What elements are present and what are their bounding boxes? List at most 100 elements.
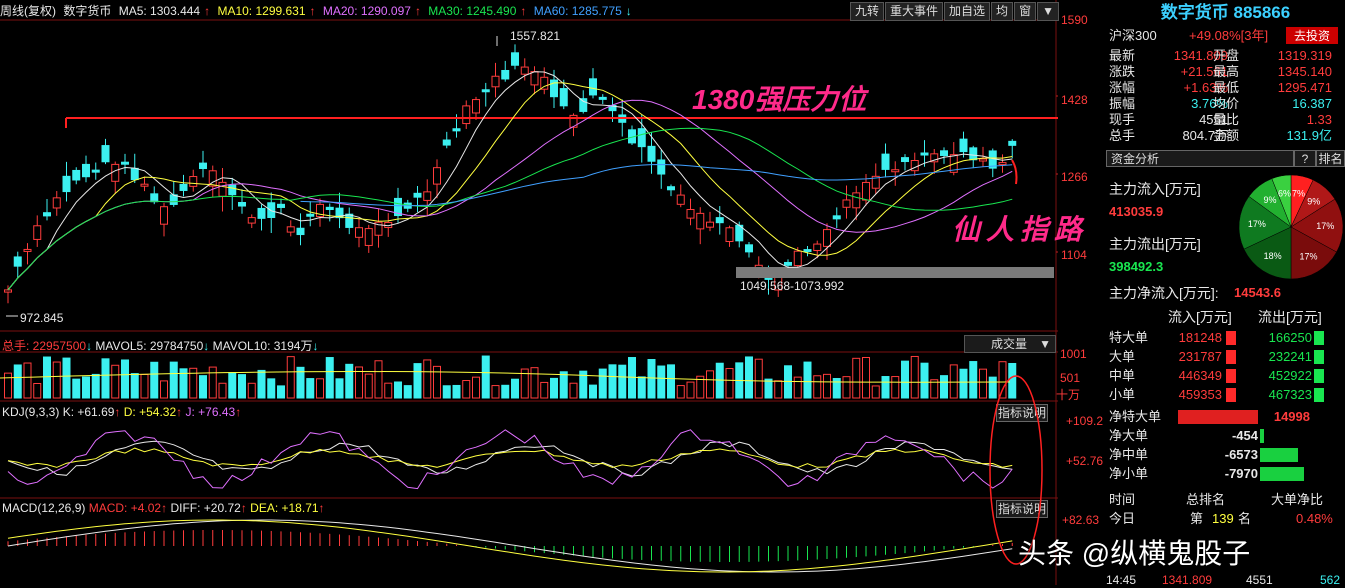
quote-cell: 131.9亿 (1286, 128, 1332, 143)
flow-cell: 467323 (1268, 387, 1312, 402)
inflow-label: 主力流入[万元] (1109, 181, 1201, 197)
volume-bar (121, 359, 129, 399)
volume-bar (364, 373, 373, 399)
quote-cell: 均价 (1213, 96, 1240, 111)
volume-bar (969, 361, 978, 399)
volume-bar (793, 376, 802, 399)
candle-body (286, 226, 295, 233)
volume-bar (618, 364, 627, 399)
average-button[interactable]: 均 (991, 2, 1014, 21)
ma20-line (7, 99, 1013, 291)
candle-body (745, 244, 753, 253)
kdj-tick: +52.76 (1066, 454, 1104, 468)
volume-bar (472, 376, 480, 399)
candle-body (150, 193, 159, 203)
rank-ratio-header: 大单净比 (1271, 492, 1324, 507)
pie-label: 9% (1307, 196, 1320, 206)
candle-body (901, 157, 909, 163)
net-value: -6573 (1224, 447, 1258, 462)
rank-time-header: 时间 (1109, 492, 1136, 507)
volume-bar (901, 360, 909, 399)
volume-bar (101, 358, 110, 399)
candle-body (589, 78, 597, 96)
kdj-lines (7, 429, 1013, 490)
candle-body (530, 71, 539, 86)
mavol10: MAVOL10: 3194万 (212, 339, 313, 353)
window-button[interactable]: 窗 (1014, 2, 1037, 21)
net-label: 净中单 (1109, 447, 1149, 462)
menu-dropdown-button[interactable]: ▼ (1037, 2, 1059, 21)
candle-body (969, 147, 978, 161)
quote-cell: 涨跌 (1109, 64, 1136, 79)
volume-bar (433, 365, 441, 399)
major-events-button[interactable]: 重大事件 (885, 2, 944, 21)
rank-button[interactable]: 排名 (1316, 150, 1345, 167)
vol-tick: 501 (1060, 371, 1081, 385)
candle-body (140, 183, 149, 187)
volume-bar (374, 360, 383, 399)
indicator-select[interactable]: 成交量 ▼ (964, 335, 1056, 353)
invest-button[interactable]: 去投资 (1286, 27, 1338, 44)
volume-bar (598, 368, 607, 399)
kdj-label: KDJ(9,3,3) (2, 405, 60, 419)
quote-cell: 1295.471 (1277, 80, 1332, 95)
outflow-label: 主力流出[万元] (1109, 236, 1201, 252)
volume-bar (335, 378, 344, 399)
chart-name: 数字货币 (63, 4, 112, 18)
volume-bar (462, 380, 471, 399)
volume-bar (862, 357, 870, 399)
candle-body (247, 217, 256, 224)
macd-line (7, 519, 1013, 573)
hs300-value: +49.08%[3年] (1189, 28, 1269, 43)
candle-body (862, 181, 870, 201)
candle-body (23, 248, 32, 252)
flow-cell: 446349 (1178, 368, 1222, 383)
volume-bar (481, 355, 490, 399)
macd-line (7, 519, 1013, 573)
candle-body (891, 169, 900, 173)
volume-bar (82, 376, 90, 399)
volume-bar (959, 368, 968, 399)
volume-bar (608, 364, 617, 399)
fund-pie-chart: 7%9%17%17%18%17%9%6% (1238, 174, 1344, 280)
candle-body (91, 169, 100, 173)
quote-cell: 振幅 (1109, 96, 1136, 111)
candle-body (355, 227, 363, 238)
volume-bar (803, 361, 812, 399)
mavol5: MAVOL5: 29784750 (95, 339, 204, 353)
candle-body (296, 227, 305, 236)
candle-body (111, 163, 120, 182)
add-watchlist-button[interactable]: 加自选 (944, 2, 991, 21)
jiuzhuan-button[interactable]: 九转 (850, 2, 885, 21)
macd-value: MACD: +4.02 (88, 501, 162, 515)
volume-bar (725, 368, 734, 399)
candle-body (4, 289, 12, 293)
macd-tick: +82.63 (1062, 513, 1100, 527)
volume-bar (4, 372, 12, 399)
volume-bar (501, 384, 510, 399)
price-tick: 1590 (1061, 13, 1088, 27)
volume-bar (657, 365, 666, 399)
volume-bar (43, 356, 51, 399)
fund-analysis-tab[interactable]: 资金分析 (1106, 150, 1294, 167)
price-tick: 1104 (1061, 248, 1087, 262)
quote-cell: 1319.319 (1277, 48, 1332, 63)
help-button[interactable]: ? (1294, 150, 1316, 167)
candle-body (657, 159, 666, 175)
volume-bar (910, 355, 919, 399)
flow-in-header: 流入[万元] (1168, 309, 1232, 325)
volume-bar (160, 380, 168, 399)
volume-bar (637, 376, 646, 399)
vol-tick: 1001 (1060, 347, 1087, 361)
net-inflow-value: 14543.6 (1234, 285, 1281, 300)
kline-chart-area[interactable] (0, 0, 1058, 585)
tick-price: 1341.809 (1162, 573, 1213, 587)
pie-label: 17% (1299, 252, 1317, 262)
volume-bar (169, 361, 178, 399)
high-label: 1557.821 (510, 29, 561, 43)
volume-bar (403, 385, 412, 399)
volume-bar (940, 375, 948, 399)
candle-body (559, 88, 568, 107)
volume-bar (33, 382, 42, 399)
volume-bar (257, 369, 266, 399)
